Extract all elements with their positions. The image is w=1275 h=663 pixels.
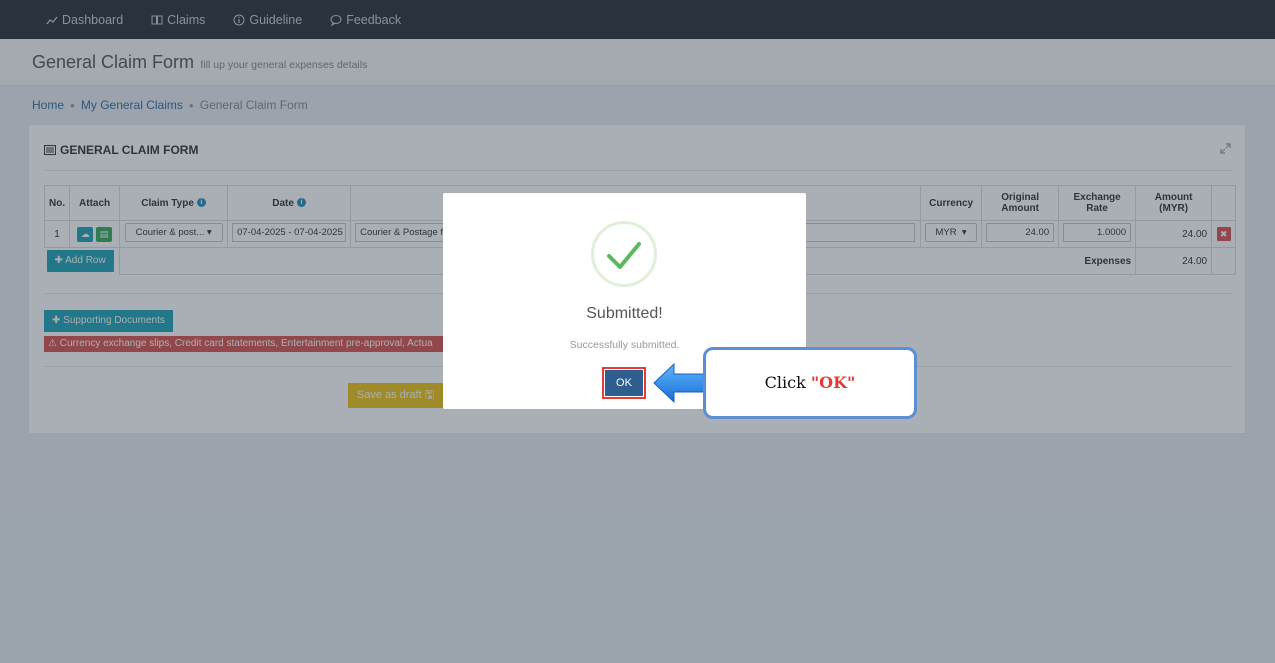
checkmark-icon xyxy=(607,242,641,269)
modal-title: Submitted! xyxy=(586,305,663,322)
callout-emphasis: "OK" xyxy=(810,373,856,392)
instruction-callout: Click "OK" xyxy=(703,347,917,419)
ok-button-label: OK xyxy=(605,370,643,396)
success-icon-circle xyxy=(591,221,657,287)
callout-text: Click xyxy=(764,373,811,392)
ok-button[interactable]: OK xyxy=(602,367,646,399)
